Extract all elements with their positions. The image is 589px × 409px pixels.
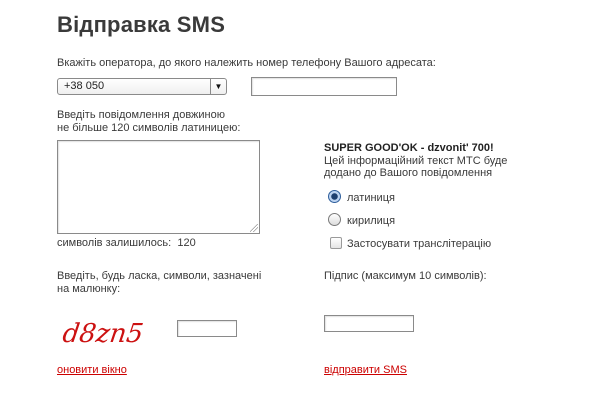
chevron-down-icon[interactable]: ▼ — [210, 79, 226, 94]
captcha-label-line2: на малюнку: — [57, 283, 121, 295]
operator-select[interactable]: +38 050 ▼ — [57, 78, 227, 95]
remaining-label: символів залишилось: — [57, 237, 172, 249]
radio-cyrillic-label: кирилиця — [347, 215, 396, 227]
send-sms-link[interactable]: відправити SMS — [324, 364, 407, 376]
captcha-label-line1: Введіть, будь ласка, символи, зазначені — [57, 270, 262, 282]
signature-input[interactable] — [324, 315, 414, 332]
radio-latin[interactable] — [328, 190, 341, 203]
resize-handle-icon[interactable] — [250, 224, 258, 232]
signature-label: Підпис (максимум 10 символів): — [324, 270, 487, 282]
phone-number-input[interactable] — [251, 77, 397, 96]
promo-title: SUPER GOOD'OK - dzvonit' 700! — [324, 142, 494, 154]
message-label-line1: Введіть повідомлення довжиною — [57, 109, 225, 121]
page-title: Відправка SMS — [57, 12, 226, 37]
radio-cyrillic[interactable] — [328, 213, 341, 226]
captcha-image: d8zn5 — [62, 319, 145, 349]
operator-select-value: +38 050 — [64, 80, 105, 92]
message-label-line2: не більше 120 символів латиницею: — [57, 122, 241, 134]
promo-line2: додано до Вашого повідомлення — [324, 167, 493, 179]
captcha-input[interactable] — [177, 320, 237, 337]
remaining-counter: символів залишилось: 120 — [57, 237, 196, 250]
transliteration-checkbox[interactable] — [330, 237, 342, 249]
message-textarea[interactable] — [57, 140, 260, 234]
captcha-image-text: d8zn5 — [62, 319, 145, 349]
operator-label: Вкажіть оператора, до якого належить ном… — [57, 57, 436, 69]
transliteration-label: Застосувати транслітерацію — [347, 238, 492, 250]
remaining-count: 120 — [177, 237, 196, 249]
refresh-captcha-link[interactable]: оновити вікно — [57, 364, 127, 376]
radio-latin-label: латиниця — [347, 192, 395, 204]
